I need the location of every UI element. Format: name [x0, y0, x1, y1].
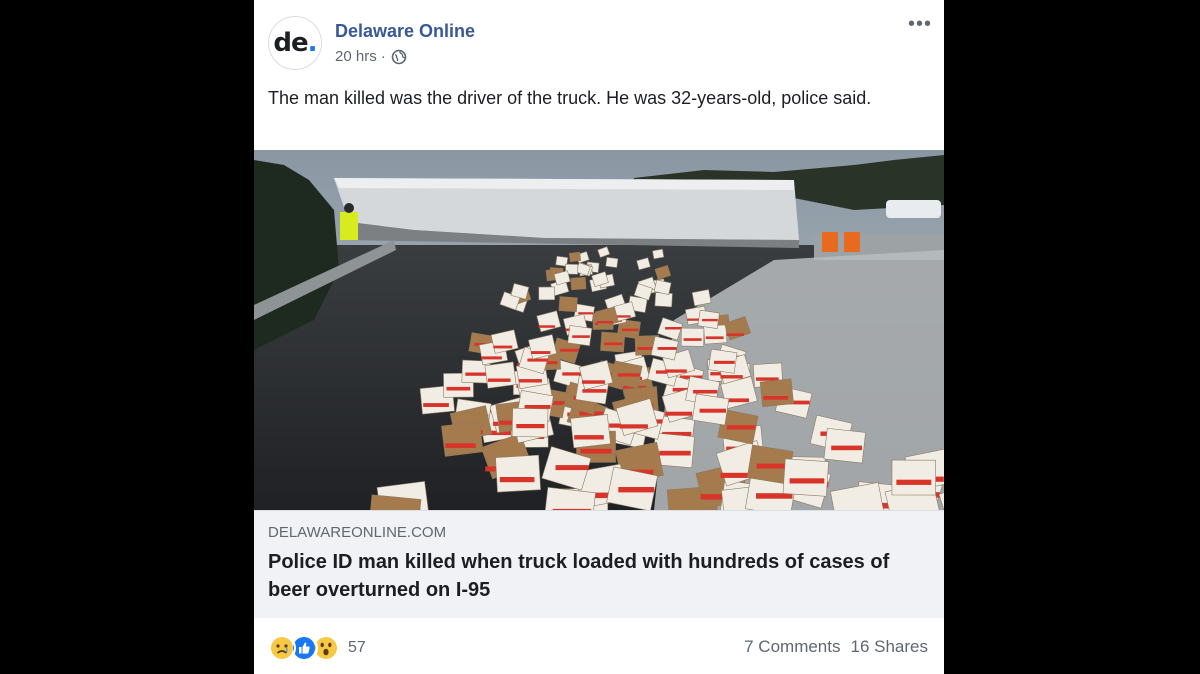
beer-case-stripe [530, 351, 551, 354]
accident-photo-illustration [254, 150, 944, 510]
reactions-summary[interactable]: 57 [268, 634, 366, 662]
beer-case-stripe [446, 386, 471, 391]
beer-case-stripe [665, 411, 693, 416]
beer-case-stripe [538, 325, 556, 328]
engagement-counts: 7 Comments 16 Shares [744, 637, 928, 657]
beer-case-stripe [597, 321, 613, 324]
beer-case-stripe [699, 408, 726, 413]
beer-case [654, 292, 673, 308]
beer-case [484, 361, 517, 389]
link-domain: DELAWAREONLINE.COM [268, 524, 447, 541]
avatar-dot: . [307, 28, 318, 58]
beer-case-stripe [789, 478, 825, 484]
sad-icon [268, 634, 296, 662]
beer-case-stripe [683, 338, 702, 341]
post-timestamp[interactable]: 20 hrs [335, 48, 377, 65]
reaction-count[interactable]: 57 [348, 639, 366, 657]
beer-case [570, 414, 611, 449]
beer-case-stripe [487, 378, 511, 382]
beer-case [558, 296, 578, 313]
beer-case-stripe [572, 335, 590, 338]
beer-case-stripe [756, 493, 793, 499]
beer-case-stripe [763, 396, 789, 400]
beer-case-stripe [582, 380, 605, 384]
beer-case-stripe [665, 327, 682, 330]
post-meta: 20 hrs · [335, 48, 407, 65]
beer-case-stripe [831, 445, 862, 451]
beer-case-stripe [659, 450, 691, 456]
beer-case [600, 331, 626, 353]
beer-case-stripe [519, 379, 542, 383]
beer-case-stripe [559, 348, 579, 352]
link-preview[interactable]: DELAWAREONLINE.COM Police ID man killed … [254, 510, 944, 618]
beer-case-stripe [621, 328, 639, 332]
beer-case [570, 276, 587, 291]
beer-case-stripe [423, 403, 449, 407]
beer-case-stripe [499, 477, 535, 483]
beer-case-stripe [720, 375, 743, 379]
beer-case-stripe [726, 425, 756, 430]
page-name-link[interactable]: Delaware Online [335, 21, 475, 42]
beer-case-stripe [604, 342, 623, 346]
beer-case [538, 286, 556, 301]
beer-case-stripe [726, 333, 744, 336]
beer-case-stripe [555, 465, 589, 471]
beer-case-stripe [582, 389, 607, 393]
beer-case-stripe [615, 315, 631, 318]
shares-count[interactable]: 16 Shares [851, 637, 929, 657]
beer-case [759, 378, 794, 408]
accident-photo[interactable] [254, 150, 944, 510]
link-headline[interactable]: Police ID man killed when truck loaded w… [268, 548, 928, 604]
post-header: de. Delaware Online 20 hrs · ••• [254, 0, 944, 80]
beer-case [680, 327, 705, 347]
beer-case-stripe [578, 312, 594, 315]
beer-case-stripe [445, 443, 476, 448]
beer-case-stripe [693, 389, 718, 394]
beer-case [782, 458, 829, 497]
globe-icon[interactable] [391, 49, 407, 65]
comments-count[interactable]: 7 Comments [744, 637, 840, 657]
beer-case-stripe [705, 336, 724, 340]
beer-case-stripe [702, 318, 718, 322]
beer-case-stripe [896, 479, 932, 485]
beer-case-stripe [619, 424, 648, 429]
beer-case [891, 459, 936, 496]
post-footer: 57 7 Comments 16 Shares [254, 618, 944, 674]
more-options-icon[interactable]: ••• [908, 14, 932, 34]
beer-case-stripe [617, 373, 640, 377]
beer-case-stripe [527, 358, 548, 362]
beer-case-stripe [481, 356, 502, 360]
facebook-post: de. Delaware Online 20 hrs · ••• The man… [254, 0, 944, 674]
beer-case [568, 251, 582, 263]
post-text: The man killed was the driver of the tru… [268, 88, 872, 108]
beer-case-stripe [516, 424, 545, 429]
beer-case [605, 256, 619, 268]
beer-case-stripe [493, 345, 513, 349]
beer-case-stripe [714, 360, 735, 364]
beer-case [691, 289, 712, 307]
beer-case [511, 407, 549, 438]
beer-case-stripe [574, 435, 604, 440]
beer-case [495, 454, 541, 493]
beer-case-stripe [580, 448, 612, 454]
meta-separator: · [380, 48, 386, 65]
beer-case [652, 248, 665, 260]
beer-case-stripe [618, 487, 655, 493]
beer-case-stripe [465, 372, 488, 376]
page-avatar[interactable]: de. [268, 16, 322, 70]
beer-case-stripe [665, 369, 687, 373]
beer-case-stripe [657, 347, 677, 350]
avatar-text: de [273, 28, 308, 58]
beer-case [441, 421, 484, 457]
